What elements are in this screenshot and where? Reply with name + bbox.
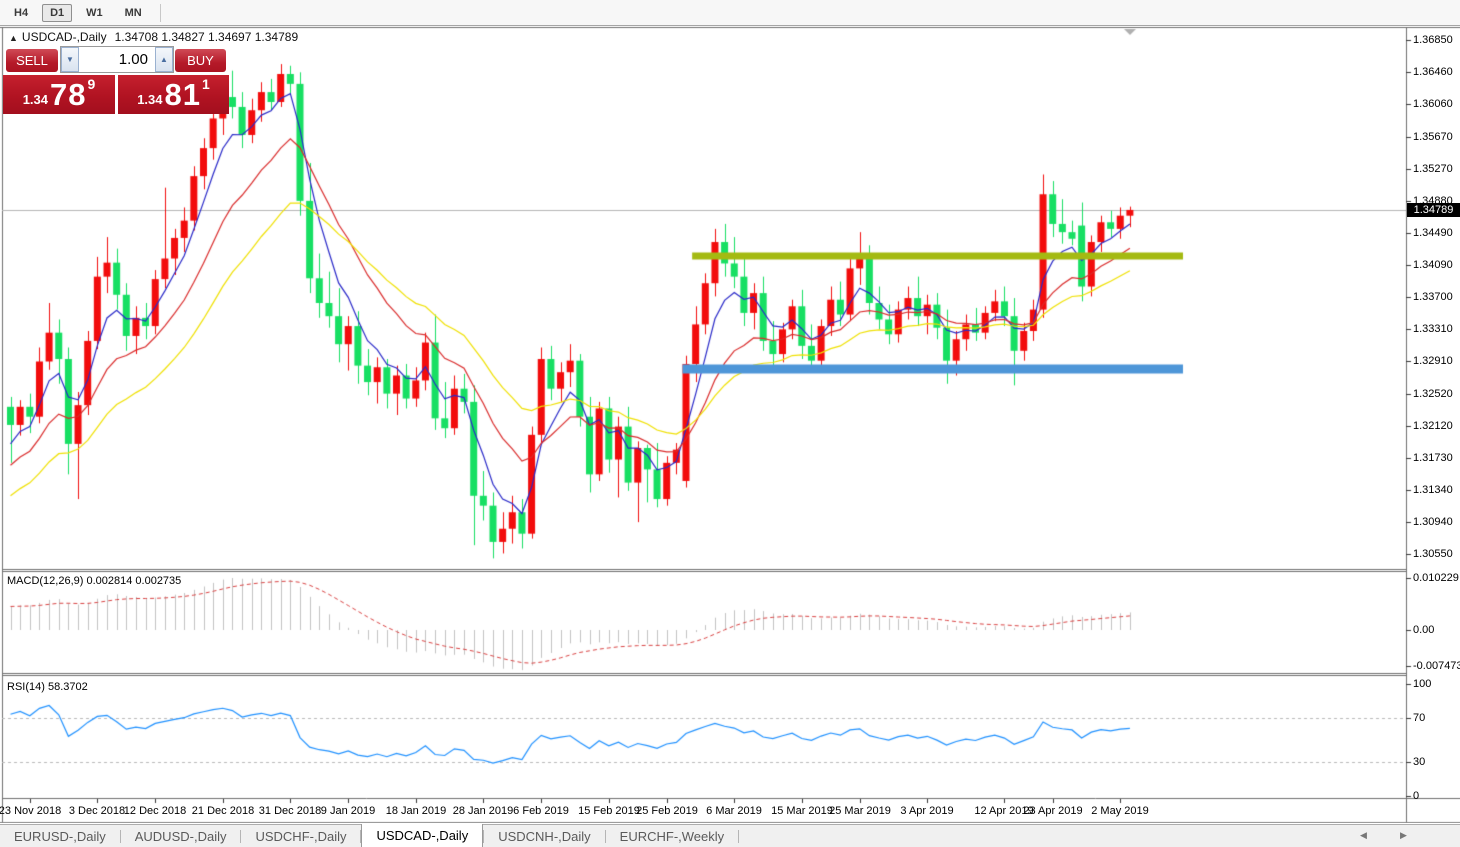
- chart-tab-eurusd[interactable]: EURUSD-,Daily: [0, 825, 120, 847]
- tab-scroll-left-icon[interactable]: ◀: [1360, 830, 1367, 841]
- chart-tab-bar: EURUSD-,DailyAUDUSD-,DailyUSDCHF-,DailyU…: [0, 824, 1460, 847]
- date-axis-label: 23 Nov 2018: [0, 805, 61, 817]
- tab-scroll-right-icon[interactable]: ▶: [1400, 830, 1407, 841]
- trade-panel-prices: 1.34 78 9 1.34 81 1: [3, 75, 229, 114]
- price-axis-label: 1.34090: [1413, 259, 1460, 272]
- date-axis-label: 23 Apr 2019: [1023, 805, 1082, 817]
- trade-panel-controls: SELL ▼ 1.00 ▲ BUY: [3, 46, 229, 74]
- buy-price-pip: 1: [202, 76, 210, 92]
- volume-decrease-button[interactable]: ▼: [61, 47, 79, 72]
- volume-stepper: ▼ 1.00 ▲: [60, 46, 174, 73]
- chart-tab-eurchf[interactable]: EURCHF-,Weekly: [606, 825, 739, 847]
- macd-axis-label: 0.00: [1413, 624, 1460, 637]
- chart-symbol-label: USDCAD-,Daily: [22, 30, 107, 44]
- volume-increase-button[interactable]: ▲: [155, 47, 173, 72]
- one-click-panel-toggle-icon[interactable]: ▲: [9, 33, 18, 43]
- price-axis-label: 1.31340: [1413, 484, 1460, 497]
- rsi-axis-label: 100: [1413, 678, 1460, 691]
- rsi-axis-label: 70: [1413, 712, 1460, 725]
- price-axis-label: 1.35270: [1413, 163, 1460, 176]
- mt4-window: H4D1W1MN ▲USDCAD-,Daily1.34708 1.34827 1…: [0, 0, 1460, 847]
- date-axis-label: 15 Mar 2019: [771, 805, 833, 817]
- price-axis-label: 1.36850: [1413, 34, 1460, 47]
- date-axis-label: 3 Dec 2018: [69, 805, 125, 817]
- sell-button[interactable]: SELL: [6, 49, 58, 72]
- price-axis-label: 1.31730: [1413, 452, 1460, 465]
- price-chart-canvas[interactable]: [0, 0, 1460, 823]
- price-axis-label: 1.33700: [1413, 291, 1460, 304]
- price-axis-label: 1.32910: [1413, 355, 1460, 368]
- chart-header: ▲ USDCAD-,Daily 1.34708 1.34827 1.34697 1.…: [9, 30, 298, 44]
- sell-price-pip: 9: [88, 76, 96, 92]
- macd-indicator-label: MACD(12,26,9) 0.002814 0.002735: [7, 575, 181, 587]
- volume-input[interactable]: 1.00: [79, 47, 155, 72]
- price-axis-label: 1.30550: [1413, 548, 1460, 561]
- price-axis-label: 1.33310: [1413, 323, 1460, 336]
- date-axis-label: 28 Jan 2019: [453, 805, 514, 817]
- rsi-axis-label: 30: [1413, 756, 1460, 769]
- chart-tab-usdcad[interactable]: USDCAD-,Daily: [361, 824, 483, 847]
- current-price-tag: 1.34789: [1407, 203, 1460, 217]
- date-axis-label: 6 Feb 2019: [513, 805, 569, 817]
- buy-price-main: 81: [165, 80, 201, 110]
- buy-price-button[interactable]: 1.34 81 1: [118, 75, 229, 114]
- price-axis-label: 1.32520: [1413, 388, 1460, 401]
- price-axis-label: 1.30940: [1413, 516, 1460, 529]
- tab-divider: [738, 830, 739, 843]
- rsi-indicator-label: RSI(14) 58.3702: [7, 681, 88, 693]
- price-axis-label: 1.36460: [1413, 66, 1460, 79]
- one-click-trade-panel: SELL ▼ 1.00 ▲ BUY 1.34 78 9 1.34 81 1: [3, 46, 229, 114]
- price-axis-label: 1.35670: [1413, 131, 1460, 144]
- sell-price-main: 78: [50, 80, 86, 110]
- date-axis-label: 25 Feb 2019: [636, 805, 698, 817]
- chart-tab-audusd[interactable]: AUDUSD-,Daily: [121, 825, 241, 847]
- chart-tab-usdchf[interactable]: USDCHF-,Daily: [241, 825, 360, 847]
- rsi-axis-label: 0: [1413, 790, 1460, 803]
- sell-price-button[interactable]: 1.34 78 9: [3, 75, 115, 114]
- date-axis-label: 12 Dec 2018: [124, 805, 186, 817]
- price-axis-label: 1.32120: [1413, 420, 1460, 433]
- date-axis-label: 25 Mar 2019: [829, 805, 891, 817]
- date-axis-label: 3 Apr 2019: [900, 805, 953, 817]
- buy-button[interactable]: BUY: [175, 49, 226, 72]
- date-axis-label: 9 Jan 2019: [321, 805, 375, 817]
- chart-tab-usdcnh[interactable]: USDCNH-,Daily: [484, 825, 604, 847]
- buy-price-prefix: 1.34: [137, 90, 162, 110]
- date-axis-label: 18 Jan 2019: [386, 805, 447, 817]
- date-axis-label: 2 May 2019: [1091, 805, 1148, 817]
- date-axis-label: 31 Dec 2018: [259, 805, 321, 817]
- date-axis-label: 15 Feb 2019: [578, 805, 640, 817]
- chart-ohlc-values: 1.34708 1.34827 1.34697 1.34789: [115, 30, 299, 44]
- price-axis-label: 1.36060: [1413, 98, 1460, 111]
- date-axis-label: 6 Mar 2019: [706, 805, 762, 817]
- macd-axis-label: 0.010229: [1413, 572, 1460, 585]
- date-axis-label: 21 Dec 2018: [192, 805, 254, 817]
- price-axis-label: 1.34490: [1413, 227, 1460, 240]
- sell-price-prefix: 1.34: [23, 90, 48, 110]
- macd-axis-label: -0.007473: [1413, 660, 1460, 673]
